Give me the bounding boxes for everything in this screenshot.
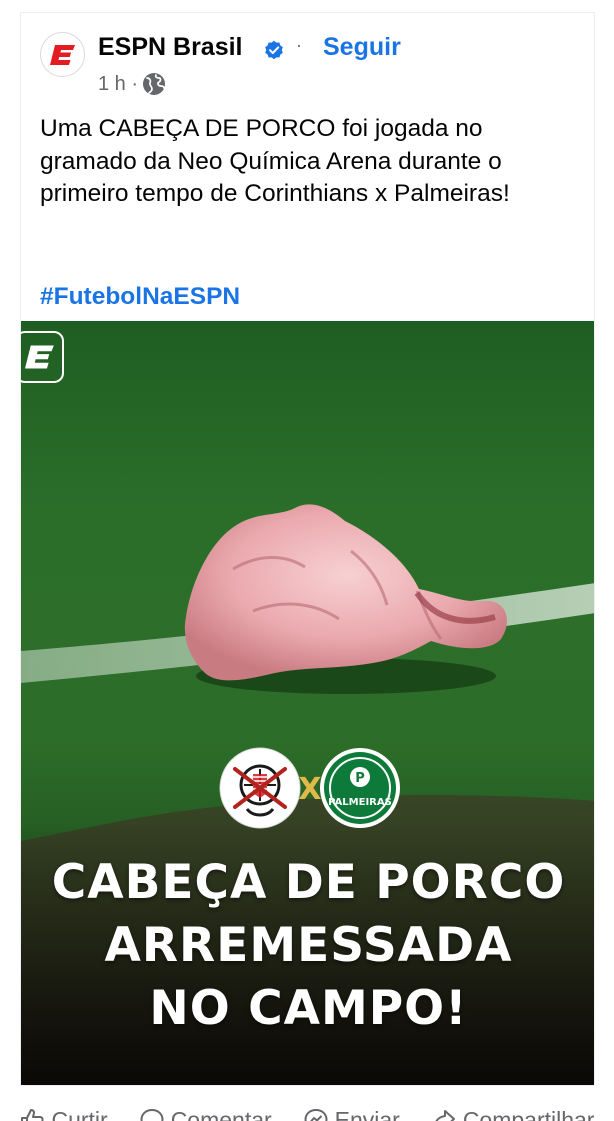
- espn-logo-icon: [24, 345, 54, 369]
- post-time[interactable]: 1 h ·: [98, 73, 138, 96]
- headline-line-2: ARREMESSADA: [104, 918, 513, 973]
- post-meta: 1 h ·: [98, 72, 166, 96]
- headline-line-1: CABEÇA DE PORCO: [51, 855, 566, 910]
- page-avatar[interactable]: [40, 32, 85, 77]
- separator-dot: ·: [296, 35, 302, 55]
- espn-logo-icon: [49, 44, 75, 65]
- post-header: ESPN Brasil · Seguir 1 h ·: [21, 13, 594, 113]
- share-label: Compartilhar: [462, 1106, 595, 1121]
- verified-badge-icon: [265, 40, 283, 60]
- espn-watermark: [21, 331, 64, 383]
- like-label: Curtir: [51, 1106, 108, 1121]
- like-icon: [21, 1109, 45, 1121]
- match-crests: X P PALMEIRAS: [219, 747, 400, 829]
- image-headline: CABEÇA DE PORCO ARREMESSADA NO CAMPO!: [21, 851, 594, 1040]
- palmeiras-crest-text: PALMEIRAS: [328, 797, 392, 808]
- post-text: Uma CABEÇA DE PORCO foi jogada no gramad…: [40, 115, 510, 207]
- post-image[interactable]: X P PALMEIRAS CABEÇA DE PORCO ARREMESSAD…: [21, 321, 594, 1085]
- headline-line-3: NO CAMPO!: [149, 981, 468, 1036]
- send-button[interactable]: Enviar: [303, 1107, 400, 1121]
- globe-icon: [143, 73, 166, 95]
- post-actions-bar: Curtir Comentar Enviar Compartilhar: [0, 1100, 614, 1121]
- comment-icon: [140, 1109, 164, 1121]
- hashtag-link[interactable]: #FutebolNaESPN: [40, 283, 240, 311]
- comment-label: Comentar: [170, 1106, 272, 1121]
- post-card: ESPN Brasil · Seguir 1 h · Uma CABEÇA DE…: [20, 12, 595, 1086]
- follow-button[interactable]: Seguir: [323, 33, 401, 62]
- send-icon: [304, 1109, 328, 1121]
- send-label: Enviar: [334, 1106, 400, 1121]
- pig-head-shape: [184, 504, 507, 681]
- corinthians-crest: [219, 747, 301, 829]
- versus-mark: X: [298, 772, 321, 807]
- share-icon: [435, 1110, 455, 1121]
- palmeiras-crest: P PALMEIRAS: [320, 748, 400, 828]
- like-button[interactable]: Curtir: [19, 1106, 108, 1121]
- share-button[interactable]: Compartilhar: [431, 1106, 595, 1121]
- page-name[interactable]: ESPN Brasil: [98, 33, 243, 62]
- comment-button[interactable]: Comentar: [139, 1107, 272, 1121]
- svg-text:P: P: [355, 771, 365, 786]
